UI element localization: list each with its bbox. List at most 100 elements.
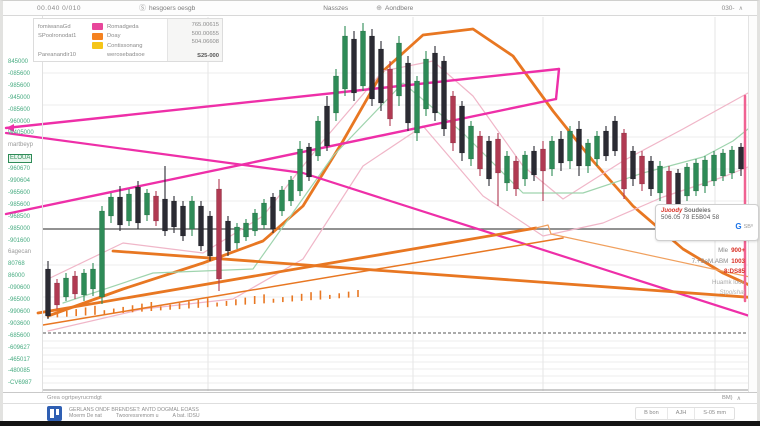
indicator-3[interactable]: ⊕ Aondbere — [376, 4, 413, 12]
candle-body — [189, 201, 194, 229]
price-axis-label: -960670 — [8, 166, 30, 173]
candle-body — [513, 161, 518, 189]
side-stat-labels: Mle900+7.+SeM.ABM10038:DS85Huamk loor.St… — [635, 246, 745, 299]
tooltip-brand-text: SBº — [744, 224, 753, 230]
legend-series-name: SPoolronodat1 — [38, 33, 88, 39]
trend-orange-rising — [38, 228, 536, 313]
chart-canvas[interactable] — [3, 16, 751, 392]
candle-body — [90, 269, 95, 289]
legend-series-label: Romadgeda — [107, 24, 139, 30]
side-stat-value: 8:DS85 — [724, 268, 745, 275]
tooltip-title-gray: Soudeies — [684, 208, 711, 214]
price-axis-label: -480085 — [8, 368, 30, 375]
candle-body — [297, 149, 302, 191]
candle-body — [540, 149, 545, 171]
price-axis-label: -085600 — [8, 107, 30, 114]
panel-collapse-chevron-icon[interactable]: ∧ — [737, 395, 741, 402]
price-axis-label: W405000 — [8, 130, 34, 137]
legend-row[interactable]: Contissonang — [38, 41, 167, 51]
candle-body — [630, 151, 635, 179]
candle-body — [288, 180, 293, 201]
legend-series-label: Contissonang — [107, 43, 142, 49]
candle-body — [162, 199, 167, 231]
candle-body — [414, 81, 419, 133]
header-stat: 00.040 0/010 — [37, 5, 81, 12]
side-stat-row: Mle900+ — [635, 246, 745, 257]
candle-body — [171, 201, 176, 227]
candle-body — [486, 141, 491, 179]
candle-body — [324, 106, 329, 146]
candle-body — [396, 43, 401, 96]
candle-body — [522, 155, 527, 179]
legend-series-name: Pareanandir10 — [38, 52, 88, 58]
candle-body — [387, 69, 392, 119]
legend-swatch-orange — [92, 33, 103, 40]
indicator-main[interactable]: Ⓢ hesgoers oesgb — [139, 3, 195, 13]
price-axis-label: -990604 — [8, 178, 30, 185]
price-axis-label: -903600 — [8, 321, 30, 328]
price-axis-label: -465017 — [8, 357, 30, 364]
footer-button[interactable]: S-05 mm — [695, 408, 734, 419]
legend-row[interactable]: fomiwanaGd Romadgeda — [38, 22, 167, 32]
price-axis-label: -945000 — [8, 95, 30, 102]
price-axis-label: 86000 — [8, 273, 25, 280]
candle-body — [369, 36, 374, 99]
candle-body — [720, 153, 725, 176]
price-axis-label: martbeyp — [8, 142, 33, 149]
candle-body — [99, 211, 104, 297]
candle-body — [594, 136, 599, 159]
indicator-2[interactable]: Nasszes — [323, 5, 348, 12]
legend-value: 504.06608 — [171, 38, 219, 47]
side-stat-text: Mle — [718, 247, 728, 254]
candle-body — [234, 227, 239, 243]
legend-series-label: Doay — [107, 33, 121, 39]
price-axis-label: -985600 — [8, 202, 30, 209]
footer-button[interactable]: AJH — [668, 408, 696, 419]
price-axis-label: -090600 — [8, 285, 30, 292]
candle-body — [261, 203, 266, 225]
candle-body — [243, 223, 248, 237]
candle-body — [63, 278, 68, 297]
candle-body — [468, 126, 473, 159]
legend-series-label: werosebadsoe — [107, 52, 145, 58]
candle-body — [153, 196, 158, 221]
candle-body — [54, 283, 59, 305]
price-axis[interactable]: 845000-085600-985600-945000-085600-96000… — [5, 16, 43, 392]
candle-body — [306, 147, 311, 177]
price-axis-label: -901600 — [8, 238, 30, 245]
candle-body — [216, 189, 221, 279]
side-stat-row: 8:DS85 — [635, 267, 745, 278]
candle-body — [621, 133, 626, 189]
price-axis-label: -968500 — [8, 214, 30, 221]
footer-bar: GERLANS ONDF BRENDSET: ANTD DOGMAL EOASS… — [3, 404, 757, 422]
side-stat-row: Huamk loor. — [635, 278, 745, 289]
candle-body — [108, 197, 113, 216]
price-axis-label: -965000 — [8, 297, 30, 304]
candle-body — [738, 147, 743, 169]
price-axis-label: 80768 — [8, 261, 25, 268]
collapse-chevron-icon[interactable]: ∧ — [739, 5, 743, 12]
price-axis-label: -CV6987 — [8, 380, 32, 387]
legend-swatch-magenta — [92, 23, 103, 30]
candle-body — [576, 129, 581, 166]
time-axis-bar[interactable]: Grea ogrtpeyrucmdgt BM) ∧ — [3, 392, 757, 404]
circle-plus-icon: ⊕ — [376, 4, 382, 12]
footer-meta-item: Moerm De nat — [69, 413, 102, 419]
candle-body — [72, 276, 77, 294]
legend-row[interactable]: Pareanandir10 werosebadsoe — [38, 51, 167, 61]
trading-app-window: 00.040 0/010 Ⓢ hesgoers oesgb Nasszes ⊕ … — [0, 0, 760, 426]
candlestick-chart[interactable] — [3, 16, 751, 392]
screen-bottom-edge — [0, 421, 760, 426]
candle-body — [423, 59, 428, 109]
candle-body — [432, 53, 437, 113]
legend-row[interactable]: SPoolronodat1 Doay — [38, 32, 167, 42]
candle-body — [405, 63, 410, 123]
price-axis-label: 6agecan — [8, 249, 31, 256]
price-axis-label: -990600 — [8, 309, 30, 316]
footer-button[interactable]: B bon — [636, 408, 668, 419]
candle-body — [549, 141, 554, 169]
side-stat-row: Stpolshai — [635, 288, 745, 299]
side-stat-text: Huamk loor. — [712, 279, 745, 286]
broker-logo[interactable] — [47, 406, 62, 421]
indicator-legend[interactable]: fomiwanaGd Romadgeda SPoolronodat1 Doay … — [33, 18, 223, 62]
